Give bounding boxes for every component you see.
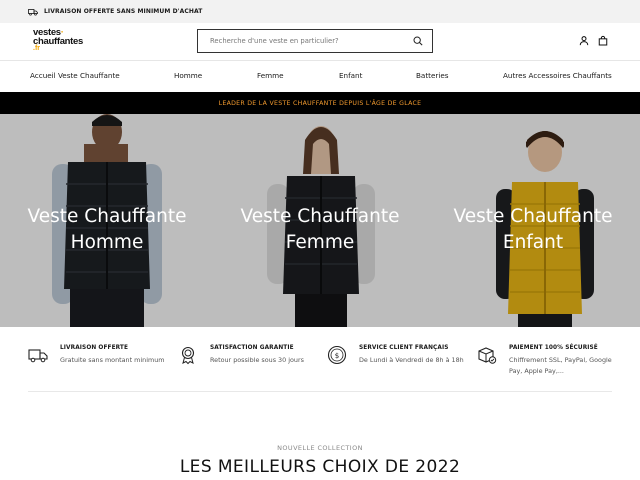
announcement-text: LIVRAISON OFFERTE SANS MINIMUM D'ACHAT	[44, 8, 203, 15]
search-input[interactable]	[210, 37, 413, 45]
delivery-truck-icon	[28, 349, 48, 363]
nav-item-femme[interactable]: Femme	[257, 71, 284, 80]
feature-title: SATISFACTION GARANTIE	[210, 345, 294, 351]
feature-desc: De Lundi à Vendredi de 8h à 18h	[359, 356, 464, 364]
feature-title: LIVRAISON OFFERTE	[60, 345, 129, 351]
site-header: vestes· chauffantes .fr	[0, 23, 640, 60]
nav-item-batteries[interactable]: Batteries	[416, 71, 449, 80]
award-badge-icon	[181, 346, 195, 365]
nav-item-enfant[interactable]: Enfant	[339, 71, 362, 80]
feature-desc: Retour possible sous 30 jours	[210, 356, 304, 364]
promo-bar: LEADER DE LA VESTE CHAUFFANTE DEPUIS L'Â…	[0, 92, 640, 114]
main-nav: Accueil Veste Chauffante Homme Femme Enf…	[0, 60, 640, 92]
feature-desc: Chiffrement SSL, PayPal, Google Pay, App…	[509, 356, 612, 375]
dollar-coin-icon: $	[327, 345, 347, 365]
divider	[28, 391, 612, 392]
collection-subtitle: NOUVELLE COLLECTION	[277, 444, 363, 452]
hero-title-homme: Veste Chauffante Homme	[27, 206, 187, 253]
search-icon[interactable]	[413, 36, 423, 46]
hero-title-femme: Veste Chauffante Femme	[240, 206, 400, 253]
header-icons	[579, 35, 608, 46]
promo-text: LEADER DE LA VESTE CHAUFFANTE DEPUIS L'Â…	[218, 99, 422, 107]
svg-text:$: $	[335, 352, 339, 360]
nav-item-accessoires[interactable]: Autres Accessoires Chauffants	[503, 71, 612, 80]
hero-panel-homme[interactable]: Veste Chauffante Homme	[0, 114, 214, 327]
hero-panel-enfant[interactable]: Veste Chauffante Enfant	[426, 114, 640, 327]
features-row: LIVRAISON OFFERTE Gratuite sans montant …	[0, 327, 640, 391]
feature-title: SERVICE CLIENT FRANÇAIS	[359, 345, 449, 351]
nav-item-accueil[interactable]: Accueil Veste Chauffante	[30, 71, 120, 80]
nav-item-homme[interactable]: Homme	[174, 71, 202, 80]
cart-icon[interactable]	[598, 35, 608, 46]
secure-package-icon	[478, 347, 497, 364]
search-bar[interactable]	[197, 29, 433, 53]
hero-panel-femme[interactable]: Veste Chauffante Femme	[213, 114, 427, 327]
site-logo[interactable]: vestes· chauffantes .fr	[33, 28, 93, 56]
account-icon[interactable]	[579, 35, 589, 46]
hero-section: Veste Chauffante Homme Veste Chauffante Fe…	[0, 114, 640, 327]
hero-title-enfant: Veste Chauffante Enfant	[453, 206, 613, 253]
feature-title: PAIEMENT 100% SÉCURISÉ	[509, 345, 598, 351]
collection-title: LES MEILLEURS CHOIX DE 2022	[179, 457, 461, 477]
announcement-bar: LIVRAISON OFFERTE SANS MINIMUM D'ACHAT	[0, 0, 640, 23]
feature-desc: Gratuite sans montant minimum	[60, 356, 165, 364]
truck-icon	[28, 8, 38, 15]
